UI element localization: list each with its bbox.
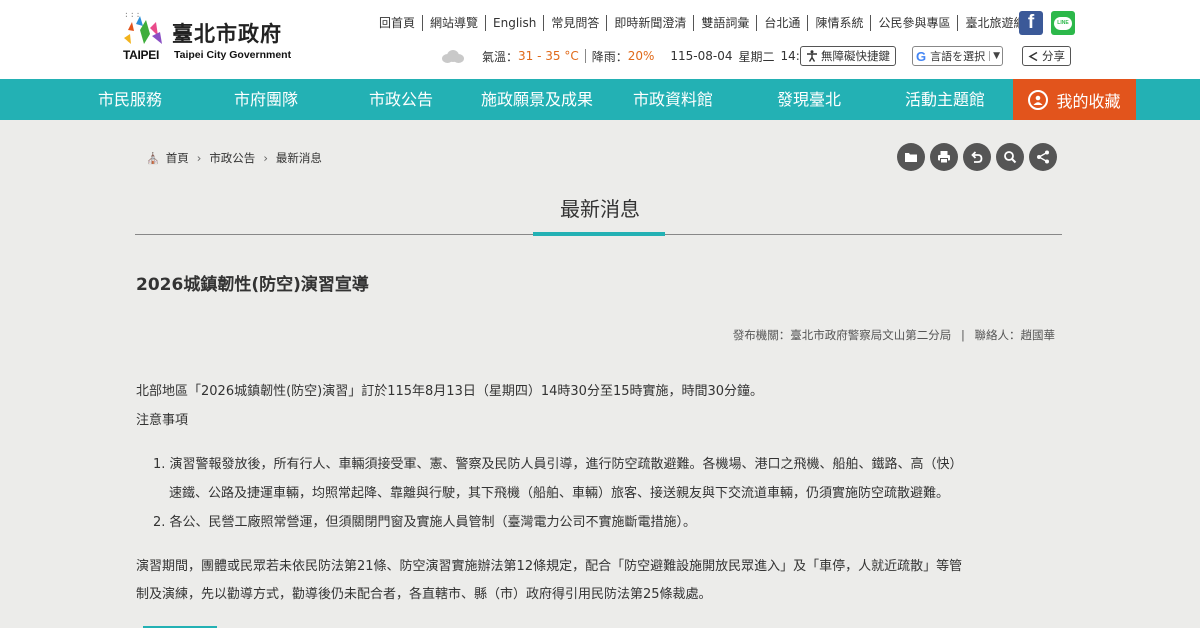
temperature-label: 氣溫： [482, 49, 519, 64]
article-title: 2026城鎮韌性(防空)演習宣導 [136, 275, 369, 295]
back-icon[interactable] [963, 143, 991, 171]
share-icon [1028, 51, 1038, 61]
article-meta: 發布機關：臺北市政府警察局文山第二分局 | 聯絡人：趙國華 [733, 327, 1055, 343]
share-button[interactable]: 分享 [1022, 46, 1071, 66]
page-title: 最新消息 [560, 197, 640, 221]
cloud-icon [440, 49, 464, 63]
rain-value: 20% [627, 49, 655, 63]
meta-divider: | [960, 328, 965, 342]
accessibility-icon [807, 50, 817, 62]
nav-item-favorites[interactable]: 我的收藏 [1013, 79, 1136, 120]
nav-item-announcements[interactable]: 市政公告 [369, 79, 433, 120]
top-links: 回首頁 網站導覽 English 常見問答 即時新聞澄清 雙語詞彙 台北通 陳情… [372, 14, 1032, 32]
logo-name-zh: 臺北市政府 [172, 22, 282, 46]
list-item-1-line-2: 速鐵、公路及捷運車輛，均照常起降、靠離與行駛，其下飛機（船舶、車輛）旅客、接送親… [169, 486, 950, 501]
home-icon: ⛪ [146, 151, 160, 165]
top-link-bilingual-glossary[interactable]: 雙語詞彙 [693, 15, 756, 31]
title-divider-accent [533, 232, 665, 236]
print-icon[interactable] [930, 143, 958, 171]
breadcrumb-chevron-icon: › [196, 151, 202, 165]
current-date: 115-08-04 [670, 49, 733, 63]
google-translate-icon: G [916, 48, 927, 64]
top-link-civic-participation[interactable]: 公民參與專區 [870, 15, 957, 31]
article-intro: 北部地區「2026城鎮韌性(防空)演習」訂於115年8月13日（星期四）14時3… [136, 384, 764, 399]
top-link-faq[interactable]: 常見問答 [543, 15, 606, 31]
weather-divider [584, 49, 586, 63]
page-tools [897, 143, 1057, 171]
accessibility-label: 無障礙快捷鍵 [821, 49, 890, 63]
line-icon-label: LINE [1054, 16, 1072, 30]
breadcrumb-announcements[interactable]: 市政公告 [209, 150, 255, 166]
nav-item-event-themes[interactable]: 活動主題館 [905, 79, 985, 120]
accessibility-button[interactable]: 無障礙快捷鍵 [800, 46, 896, 66]
top-link-english[interactable]: English [485, 15, 543, 31]
weather-bar: 氣溫： 31 - 35 °C 降雨： 20% 115-08-04 星期二 14:… [440, 46, 815, 66]
article-closing-line-2: 制及演練，先以勸導方式，勸導後仍未配合者，各直轄市、縣（市）政府得引用民防法第2… [136, 587, 712, 602]
temperature-value: 31 - 35 °C [518, 49, 579, 63]
breadcrumb-current: 最新消息 [275, 151, 322, 165]
share-label: 分享 [1042, 49, 1065, 63]
logo-name-en-government: Taipei City Government [174, 49, 292, 61]
nav-item-citizen-services[interactable]: 市民服務 [98, 79, 162, 120]
logo-name-en-taipei: TAIPEI [123, 48, 159, 62]
folder-icon[interactable] [897, 143, 925, 171]
breadcrumb: ⛪ 首頁 › 市政公告 › 最新消息 [146, 150, 322, 166]
chevron-down-icon: ▼ [989, 51, 1000, 61]
line-icon[interactable]: LINE [1051, 11, 1075, 35]
taipei-logo-icon [124, 16, 162, 44]
current-weekday: 星期二 [738, 49, 775, 64]
facebook-icon[interactable]: f [1019, 11, 1043, 35]
top-link-taipei-pass[interactable]: 台北通 [756, 15, 807, 31]
article-closing-line-1: 演習期間，團體或民眾若未依民防法第21條、防空演習實施辦法第12條規定，配合「防… [136, 559, 963, 574]
breadcrumb-home[interactable]: 首頁 [166, 150, 189, 166]
site-logo[interactable]: ::: 臺北市政府 TAIPEI Taipei City Government [122, 10, 302, 66]
article-notes-heading: 注意事項 [136, 413, 189, 428]
main-nav: 市民服務 市府團隊 市政公告 施政願景及成果 市政資料館 發現臺北 活動主題館 … [0, 79, 1200, 120]
rain-label: 降雨： [591, 49, 628, 64]
nav-item-discover-taipei[interactable]: 發現臺北 [777, 79, 841, 120]
list-item-1-line-1: 1. 演習警報發放後，所有行人、車輛須接受軍、憲、警察及民防人員引導，進行防空疏… [153, 457, 963, 472]
article-contact: 聯絡人：趙國華 [974, 328, 1056, 342]
nav-item-vision-results[interactable]: 施政願景及成果 [481, 79, 593, 120]
user-icon [1028, 89, 1049, 110]
top-link-home[interactable]: 回首頁 [372, 15, 422, 31]
article-publisher: 發布機關：臺北市政府警察局文山第二分局 [732, 328, 952, 342]
top-link-news-clarification[interactable]: 即時新聞澄清 [606, 15, 693, 31]
share-icon[interactable] [1029, 143, 1057, 171]
nav-item-data-archive[interactable]: 市政資料館 [633, 79, 713, 120]
site-header: ::: 臺北市政府 TAIPEI Taipei City Government … [0, 0, 1200, 79]
favorites-label: 我的收藏 [1056, 91, 1121, 111]
language-select[interactable]: G 言語を選択 ▼ [912, 46, 1004, 66]
language-select-label: 言語を選択 [930, 50, 986, 63]
top-link-sitemap[interactable]: 網站導覽 [422, 15, 485, 31]
breadcrumb-chevron-icon: › [263, 151, 268, 165]
nav-item-city-team[interactable]: 市府團隊 [234, 79, 298, 120]
list-item-2: 2. 各公、民營工廠照常營運，但須關閉門窗及實施人員管制（臺灣電力公司不實施斷電… [153, 515, 697, 530]
top-link-petition[interactable]: 陳情系統 [807, 15, 870, 31]
search-icon[interactable] [996, 143, 1024, 171]
